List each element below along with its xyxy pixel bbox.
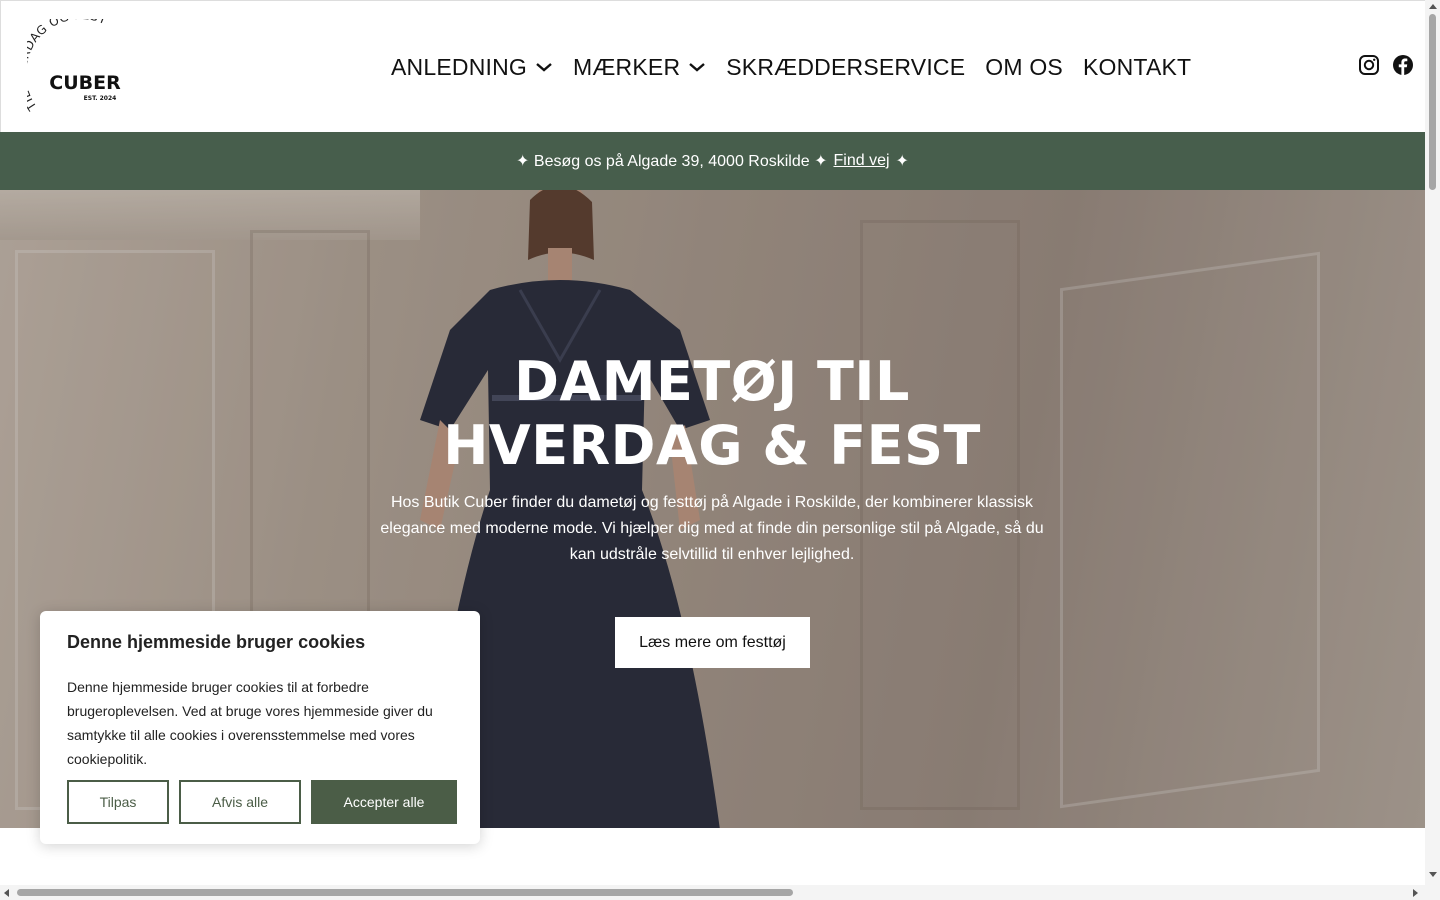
scroll-up-arrow-icon[interactable]	[1429, 4, 1437, 9]
nav-item-label: MÆRKER	[573, 53, 681, 80]
nav-item-skraedderservice[interactable]: SKRÆDDERSERVICE	[726, 54, 965, 81]
nav-item-kontakt[interactable]: KONTAKT	[1083, 54, 1191, 81]
scroll-right-arrow-icon[interactable]	[1413, 889, 1418, 897]
instagram-icon[interactable]	[1358, 54, 1380, 76]
horizontal-scroll-thumb[interactable]	[17, 889, 793, 896]
find-directions-link[interactable]: Find vej	[834, 152, 890, 170]
nav-item-label: KONTAKT	[1082, 53, 1192, 80]
logo-brand-text: CUBER	[49, 72, 121, 94]
cookie-customize-button[interactable]: Tilpas	[67, 780, 169, 824]
vertical-scroll-thumb[interactable]	[1429, 14, 1436, 190]
nav-item-label: OM OS	[985, 53, 1063, 80]
chevron-down-icon	[689, 63, 706, 72]
hero-description: Hos Butik Cuber finder du dametøj og fes…	[380, 494, 1044, 563]
announcement-text: ✦ Besøg os på Algade 39, 4000 Roskilde ✦	[516, 153, 828, 170]
announcement-bar: ✦ Besøg os på Algade 39, 4000 Roskilde ✦…	[0, 132, 1425, 190]
logo-established-text: EST. 2024	[84, 95, 117, 102]
site-header: TIL HVERDAG OG FEST CUBER EST. 2024 ANLE…	[0, 0, 1425, 132]
nav-item-label: ANLEDNING	[391, 53, 527, 80]
cookie-title: Denne hjemmeside bruger cookies	[67, 632, 366, 652]
brand-logo[interactable]: TIL HVERDAG OG FEST CUBER EST. 2024	[15, 8, 131, 115]
announcement-suffix: ✦	[895, 153, 909, 170]
chevron-down-icon	[536, 63, 552, 72]
nav-item-anledning[interactable]: ANLEDNING	[391, 54, 553, 81]
main-nav: ANLEDNING MÆRKER SKRÆDDERSERVICE OM OS K…	[391, 49, 1191, 85]
nav-item-maerker[interactable]: MÆRKER	[573, 54, 706, 81]
cookie-accept-button[interactable]: Accepter alle	[311, 780, 457, 824]
cookie-reject-button[interactable]: Afvis alle	[179, 780, 301, 824]
cookie-banner: Denne hjemmeside bruger cookies Denne hj…	[40, 611, 480, 844]
hero-title: DAMETØJ TIL HVERDAG & FEST	[443, 350, 981, 477]
scrollbar-corner	[1425, 885, 1440, 900]
scroll-down-arrow-icon[interactable]	[1429, 872, 1437, 877]
nav-item-om-os[interactable]: OM OS	[985, 54, 1063, 81]
read-more-festwear-button[interactable]: Læs mere om festtøj	[615, 617, 810, 668]
vertical-scrollbar[interactable]	[1425, 0, 1440, 885]
scroll-left-arrow-icon[interactable]	[4, 889, 9, 897]
horizontal-scrollbar[interactable]	[0, 885, 1425, 900]
social-links	[1358, 54, 1414, 76]
cookie-actions: Tilpas Afvis alle Accepter alle	[67, 780, 457, 824]
cookie-text: Denne hjemmeside bruger cookies til at f…	[67, 679, 433, 767]
nav-item-label: SKRÆDDERSERVICE	[726, 53, 966, 80]
facebook-icon[interactable]	[1392, 54, 1414, 76]
